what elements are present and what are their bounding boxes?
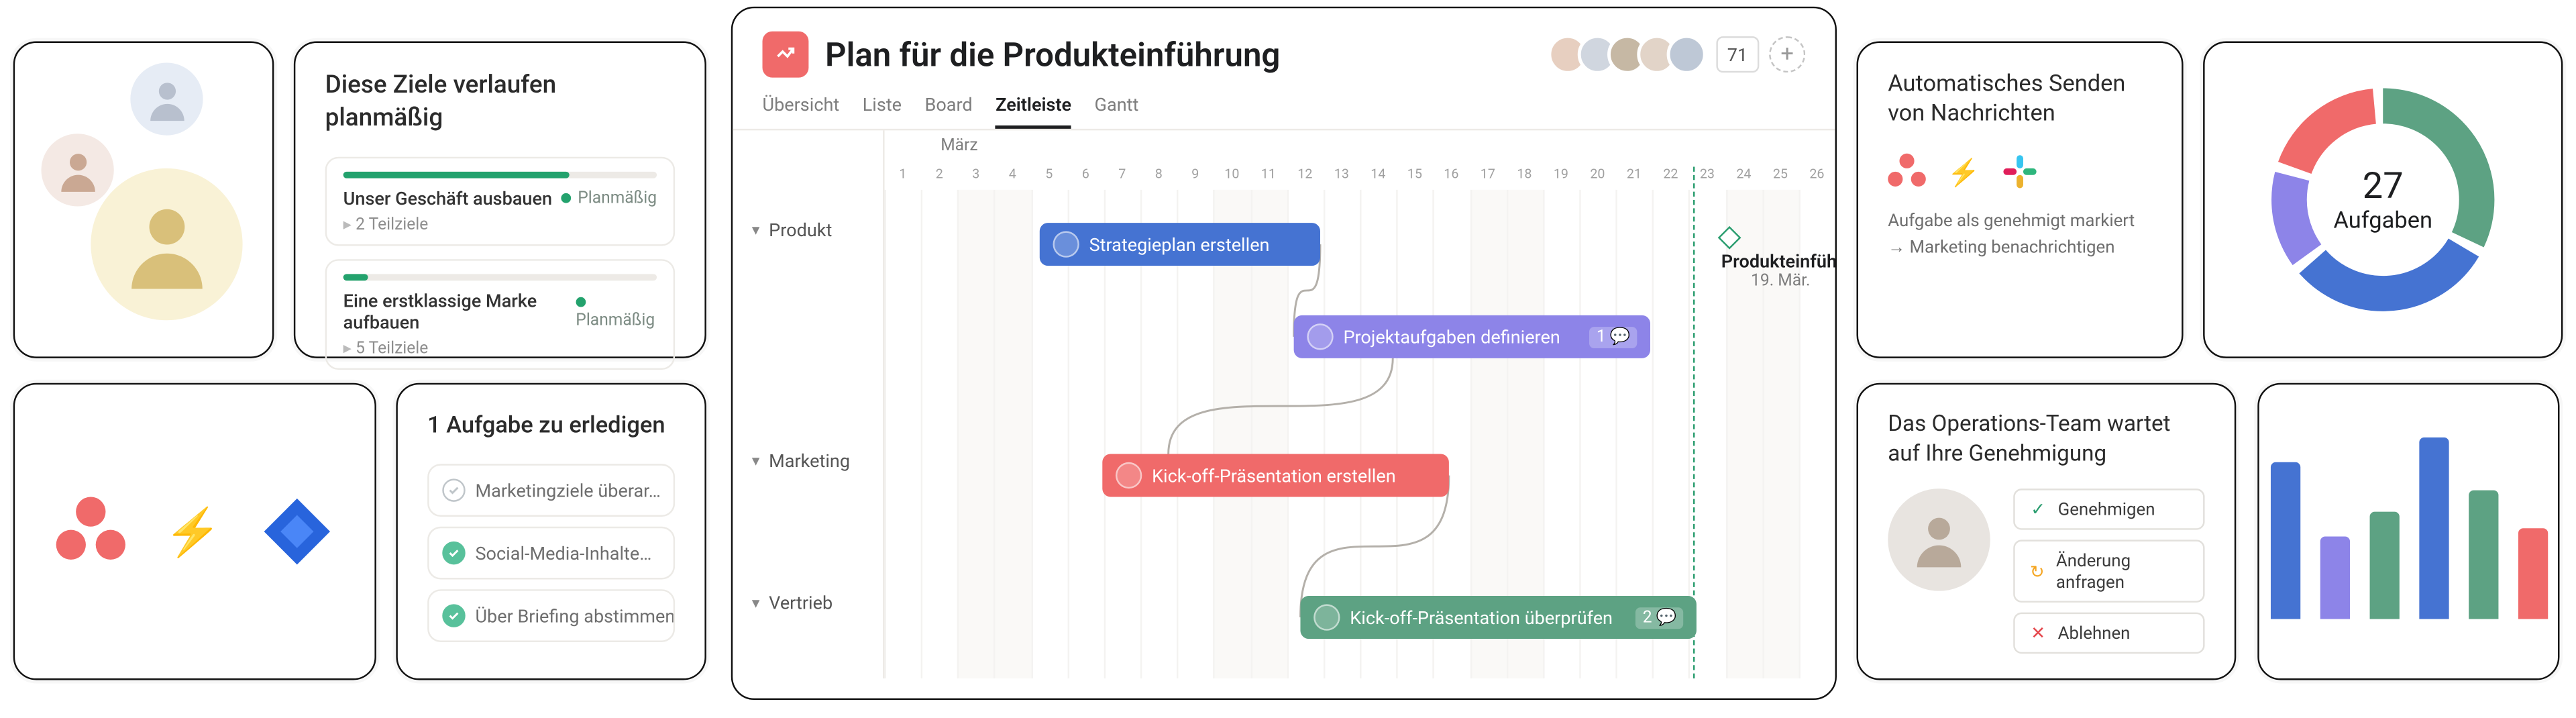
refresh-icon: ↻ <box>2028 562 2046 582</box>
asana-icon <box>1888 152 1927 192</box>
check-icon <box>442 542 465 564</box>
donut-number: 27 <box>2363 166 2404 207</box>
bar <box>2369 512 2398 619</box>
integration-card: ⚡ <box>13 383 376 680</box>
comment-count: 1 💬 <box>1590 326 1637 348</box>
milestone-name: Produkteinführung <box>1721 251 1835 272</box>
tasks-heading: 1 Aufgabe zu erledigen <box>427 411 675 442</box>
section-row[interactable]: ▼Produkt <box>733 207 849 254</box>
tab-board[interactable]: Board <box>924 94 972 129</box>
task-bar-label: Projektaufgaben definieren <box>1343 326 1560 348</box>
task-row[interactable]: Marketingziele überar… <box>427 464 675 517</box>
project-tabs: Übersicht Liste Board Zeitleiste Gantt <box>733 84 1835 130</box>
task-label: Marketingziele überar… <box>475 480 660 501</box>
section-row[interactable]: ▼Vertrieb <box>733 579 849 627</box>
avatar <box>1116 462 1142 489</box>
comment-count: 2 💬 <box>1636 607 1683 628</box>
timeline-month-label: März <box>941 137 977 155</box>
avatar <box>91 168 242 320</box>
timeline-task-bar[interactable]: Kick-off-Präsentation erstellen <box>1102 454 1449 497</box>
avatar <box>130 62 203 135</box>
add-member-button[interactable]: + <box>1769 36 1805 72</box>
goal-subgoals: 2 Teilziele <box>343 216 657 234</box>
member-overflow-count[interactable]: 71 <box>1715 36 1759 72</box>
timeline-sections: ▼Produkt ▼Marketing ▼Vertrieb <box>733 130 884 678</box>
bar <box>2518 528 2547 619</box>
tab-gantt[interactable]: Gantt <box>1095 94 1139 129</box>
check-icon <box>442 605 465 627</box>
bar <box>2320 537 2349 619</box>
project-timeline-panel: Plan für die Produkteinführung 71 + Über… <box>731 7 1837 700</box>
tab-übersicht[interactable]: Übersicht <box>763 94 840 129</box>
request-change-button[interactable]: ↻Änderung anfragen <box>2013 540 2204 603</box>
automation-heading: Automatisches Senden von Nachrichten <box>1888 69 2152 129</box>
avatar[interactable] <box>1666 35 1706 74</box>
jira-icon <box>258 492 337 571</box>
caret-icon: ▼ <box>749 223 762 238</box>
team-faces-card <box>13 42 274 358</box>
bar <box>2468 491 2498 619</box>
approval-card: Das Operations-Team wartet auf Ihre Gene… <box>1857 383 2237 680</box>
diamond-icon <box>1718 226 1741 250</box>
project-icon <box>763 32 809 78</box>
goal-status: Planmäßig <box>576 294 657 330</box>
timeline-task-bar[interactable]: Projektaufgaben definieren 1 💬 <box>1294 315 1650 358</box>
section-row[interactable]: ▼Marketing <box>733 438 866 485</box>
check-icon <box>442 479 465 502</box>
caret-icon: ▼ <box>749 596 762 611</box>
automation-description: Aufgabe als genehmigt markiert → Marketi… <box>1888 209 2152 259</box>
project-title: Plan für die Produkteinführung <box>825 35 1280 74</box>
goal-item[interactable]: Eine erstklassige Marke aufbauen Planmäß… <box>325 259 676 370</box>
check-icon: ✓ <box>2028 499 2048 519</box>
project-members: 71 + <box>1557 35 1805 74</box>
bolt-icon: ⚡ <box>164 505 222 559</box>
avatar <box>42 134 114 206</box>
automation-card: Automatisches Senden von Nachrichten ⚡ A… <box>1857 42 2184 358</box>
goals-heading: Diese Ziele verlaufen planmäßig <box>325 69 676 134</box>
goals-on-track-card: Diese Ziele verlaufen planmäßig Unser Ge… <box>294 42 706 358</box>
task-row[interactable]: Social-Media-Inhalte… <box>427 527 675 580</box>
my-tasks-card: 1 Aufgabe zu erledigen Marketingziele üb… <box>396 383 706 680</box>
milestone-date: 19. Mär. <box>1751 272 1835 291</box>
task-row[interactable]: Über Briefing abstimmen <box>427 590 675 643</box>
asana-icon <box>52 494 128 570</box>
donut-label: Aufgaben <box>2333 207 2432 234</box>
bar <box>2418 438 2448 619</box>
caret-icon: ▼ <box>749 454 762 469</box>
task-bar-label: Strategieplan erstellen <box>1089 234 1270 255</box>
bolt-icon: ⚡ <box>1947 156 1980 188</box>
bar <box>2270 462 2300 619</box>
avatar <box>1307 323 1333 350</box>
goal-subgoals: 5 Teilziele <box>343 340 657 358</box>
avatar <box>1053 231 1079 257</box>
goal-title: Unser Geschäft ausbauen <box>343 188 552 209</box>
approve-button[interactable]: ✓Genehmigen <box>2013 489 2204 530</box>
milestone[interactable]: Produkteinführung 19. Mär. <box>1721 229 1835 291</box>
approval-heading: Das Operations-Team wartet auf Ihre Gene… <box>1888 411 2204 469</box>
tab-zeitleiste[interactable]: Zeitleiste <box>996 94 1071 129</box>
bar-chart-card <box>2257 383 2559 680</box>
task-label: Social-Media-Inhalte… <box>475 543 651 564</box>
reject-button[interactable]: ✕Ablehnen <box>2013 613 2204 654</box>
tab-liste[interactable]: Liste <box>863 94 902 129</box>
task-count-donut-card: 27 Aufgaben <box>2203 42 2563 358</box>
timeline-task-bar[interactable]: Kick-off-Präsentation überprüfen 2 💬 <box>1300 596 1696 639</box>
goal-title: Eine erstklassige Marke aufbauen <box>343 291 576 334</box>
bar-chart <box>2270 454 2547 652</box>
goal-item[interactable]: Unser Geschäft ausbauen Planmäßig 2 Teil… <box>325 157 676 246</box>
x-icon: ✕ <box>2028 623 2048 644</box>
avatar <box>1313 604 1340 630</box>
goal-status: Planmäßig <box>561 190 657 208</box>
task-bar-label: Kick-off-Präsentation überprüfen <box>1350 607 1613 628</box>
avatar <box>1888 489 1990 591</box>
task-label: Über Briefing abstimmen <box>475 605 675 627</box>
slack-icon <box>2000 152 2039 192</box>
timeline-task-bar[interactable]: Strategieplan erstellen <box>1040 223 1320 266</box>
task-bar-label: Kick-off-Präsentation erstellen <box>1152 464 1396 486</box>
